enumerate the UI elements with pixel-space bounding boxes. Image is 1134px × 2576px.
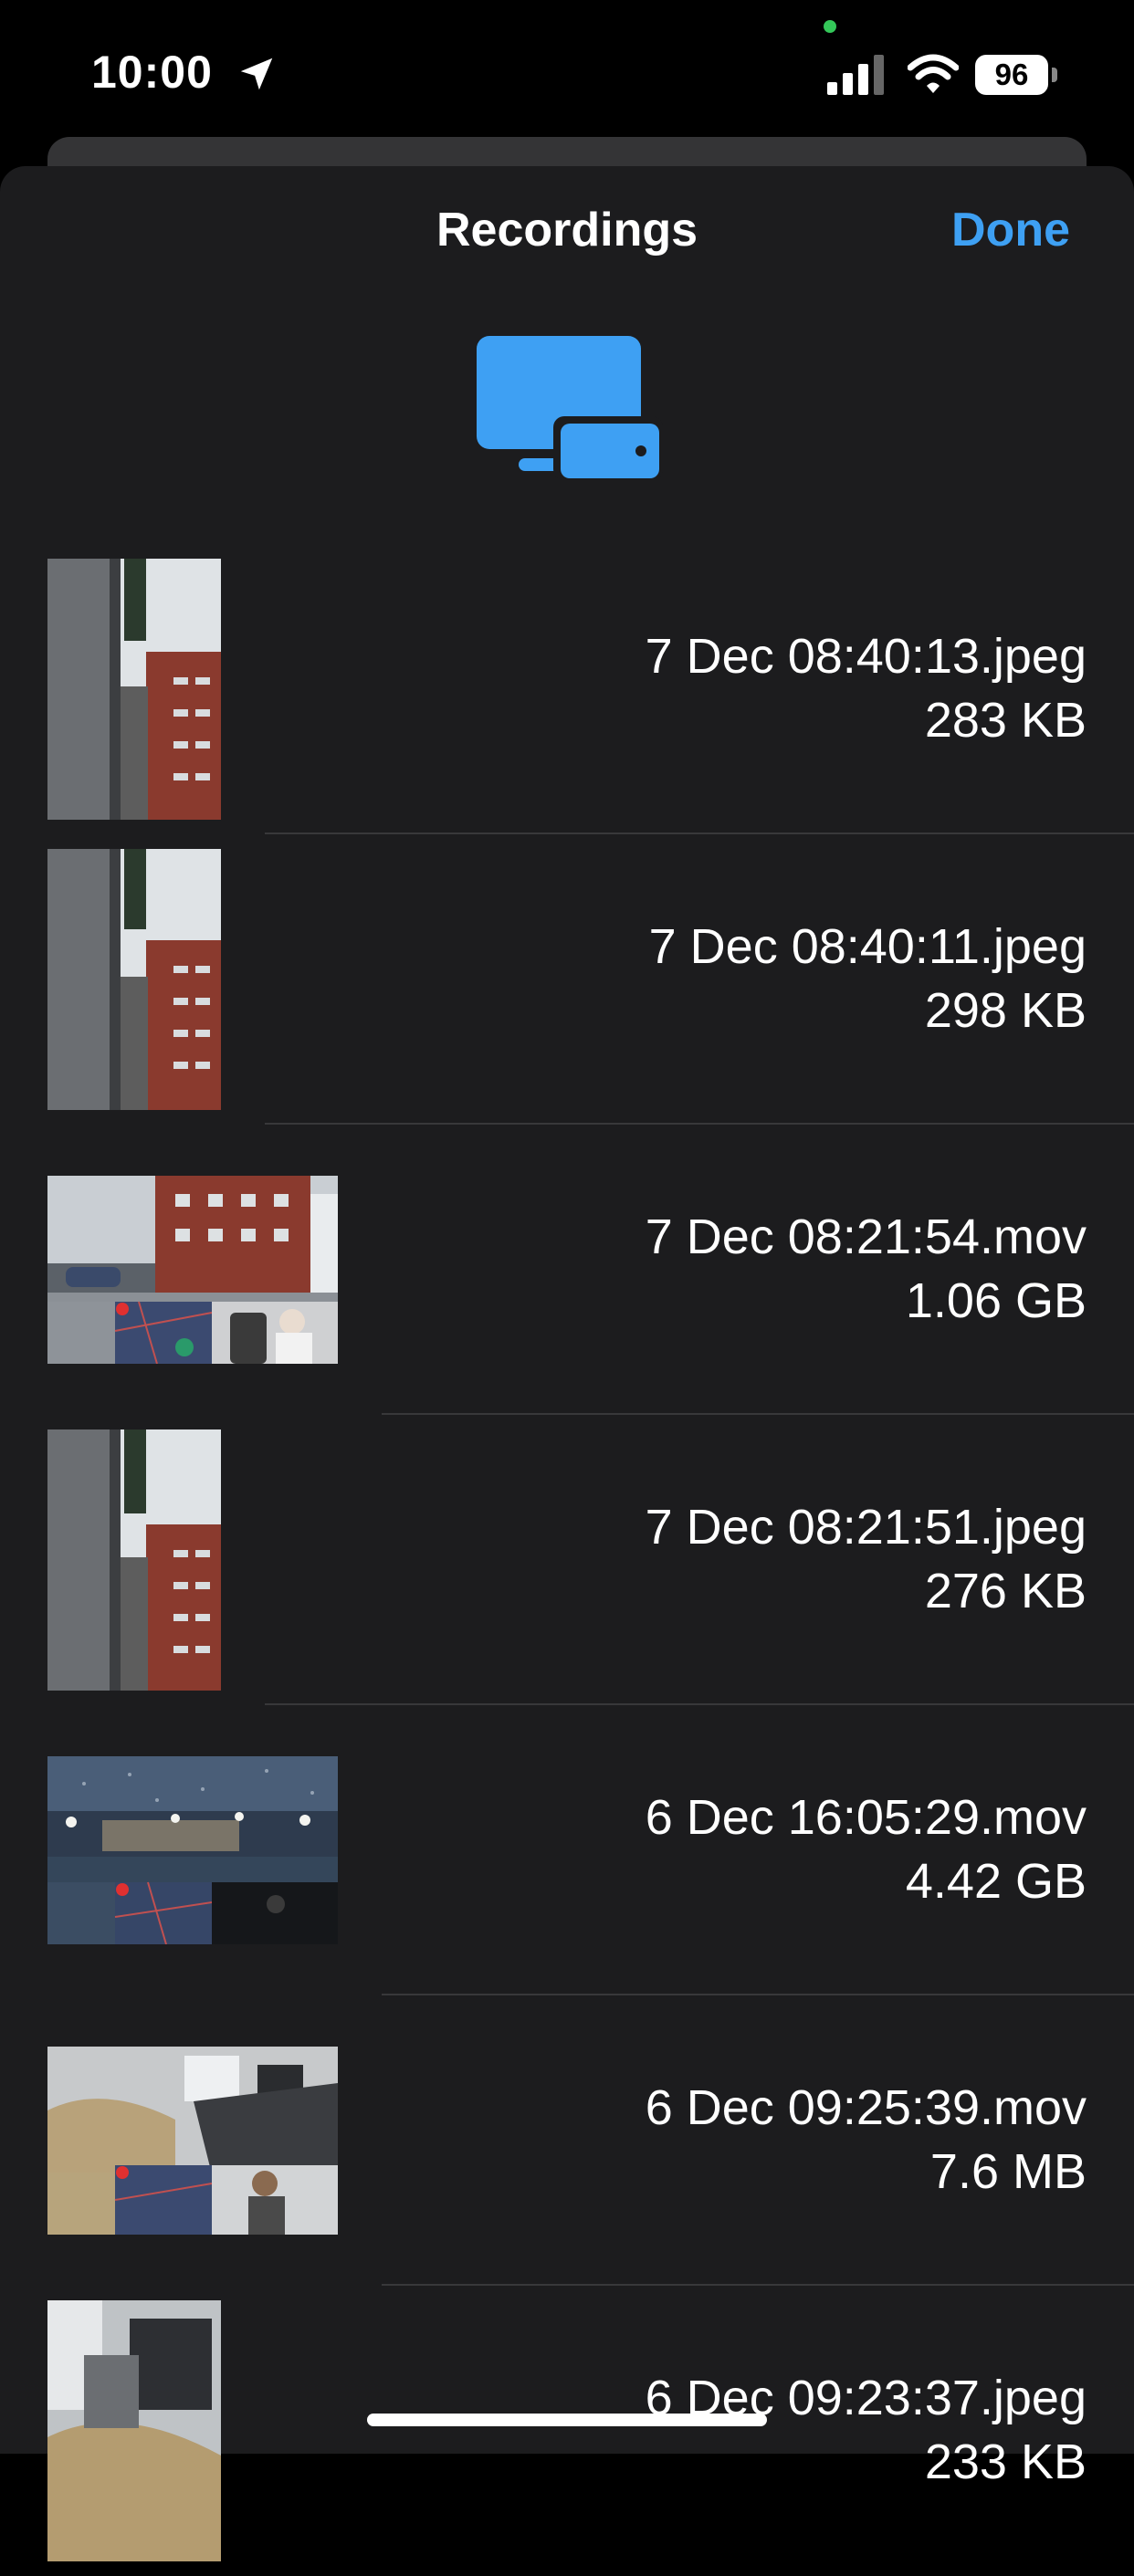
signal-icon (827, 55, 884, 95)
status-time: 10:00 (91, 47, 213, 98)
file-name: 7 Dec 08:40:11.jpeg (648, 919, 1087, 974)
camera-in-use-indicator (824, 20, 836, 33)
file-row[interactable]: 7 Dec 08:21:51.jpeg 276 KB (0, 1415, 1134, 1705)
video-thumbnail (47, 1756, 338, 1944)
video-thumbnail (47, 1176, 338, 1364)
file-size: 283 KB (924, 693, 1087, 748)
file-name: 7 Dec 08:40:13.jpeg (645, 629, 1087, 684)
file-row[interactable]: 6 Dec 09:23:37.jpeg 233 KB (0, 2286, 1134, 2576)
location-arrow-icon (240, 58, 273, 90)
status-bar: 10:00 96 (0, 0, 1134, 137)
photo-thumbnail (47, 1429, 221, 1691)
battery-icon: 96 (975, 55, 1057, 95)
file-row[interactable]: 6 Dec 16:05:29.mov 4.42 GB (0, 1705, 1134, 1995)
file-row[interactable]: 7 Dec 08:40:11.jpeg 298 KB (0, 834, 1134, 1125)
file-name: 6 Dec 09:25:39.mov (645, 2080, 1087, 2135)
photo-thumbnail (47, 559, 221, 820)
file-row[interactable]: 7 Dec 08:21:54.mov 1.06 GB (0, 1125, 1134, 1415)
home-indicator[interactable] (367, 2414, 767, 2426)
wifi-icon (908, 54, 959, 93)
file-size: 276 KB (924, 1564, 1087, 1618)
file-size: 4.42 GB (905, 1854, 1087, 1909)
file-row[interactable]: 6 Dec 09:25:39.mov 7.6 MB (0, 1995, 1134, 2286)
file-list: 7 Dec 08:40:13.jpeg 283 KB 7 Dec 08:40:1… (0, 544, 1134, 2576)
devices-icon (477, 336, 663, 480)
photo-thumbnail (47, 849, 221, 1110)
battery-level: 96 (975, 55, 1048, 95)
done-button[interactable]: Done (951, 203, 1070, 257)
file-name: 7 Dec 08:21:54.mov (645, 1209, 1087, 1264)
file-name: 7 Dec 08:21:51.jpeg (645, 1500, 1087, 1555)
file-size: 7.6 MB (929, 2144, 1087, 2199)
file-size: 298 KB (924, 983, 1087, 1038)
photo-thumbnail (47, 2300, 221, 2561)
file-row[interactable]: 7 Dec 08:40:13.jpeg 283 KB (0, 544, 1134, 834)
file-size: 233 KB (924, 2435, 1087, 2489)
file-name: 6 Dec 16:05:29.mov (645, 1790, 1087, 1845)
video-thumbnail (47, 2047, 338, 2235)
file-size: 1.06 GB (905, 1273, 1087, 1328)
